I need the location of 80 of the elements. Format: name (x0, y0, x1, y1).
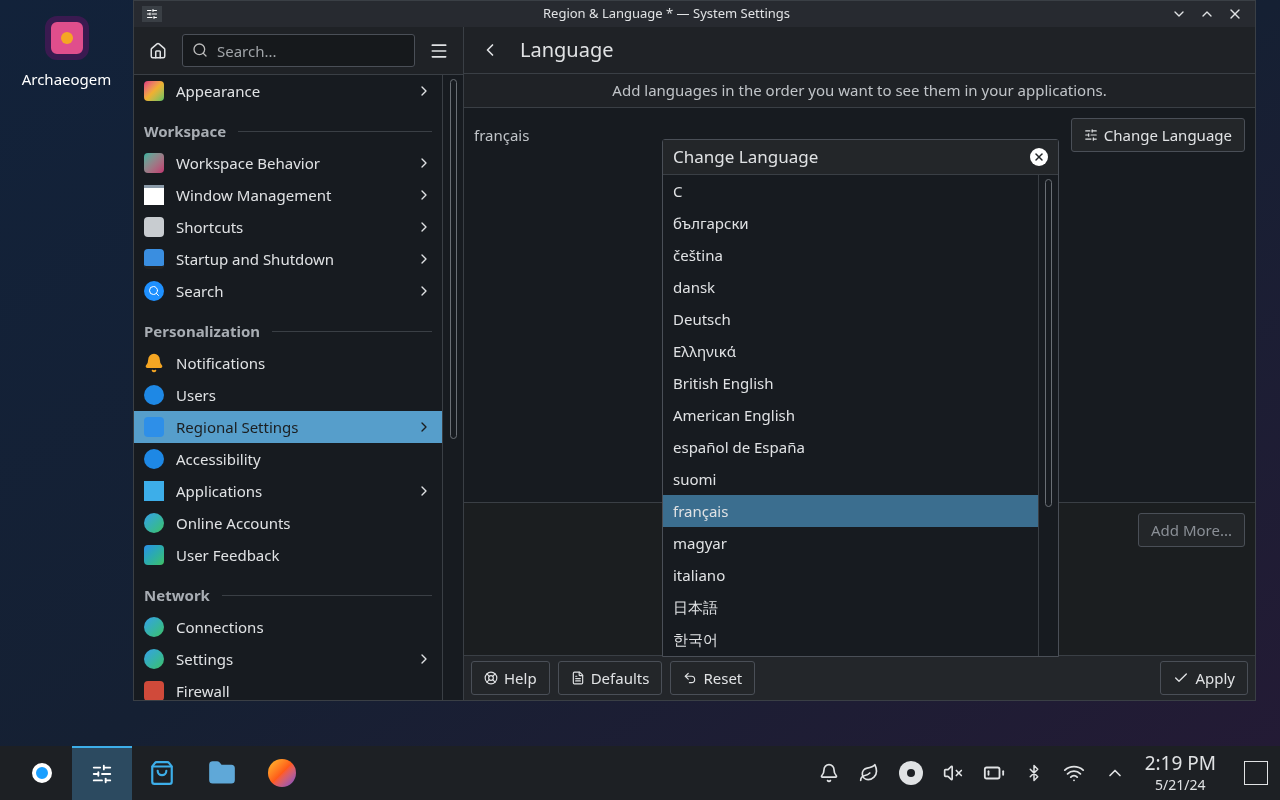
sidebar-item[interactable]: Users (134, 379, 442, 411)
muted-speaker-icon[interactable] (942, 763, 963, 783)
sidebar-item[interactable]: Applications (134, 475, 442, 507)
sidebar-item[interactable]: Settings (134, 643, 442, 675)
sidebar-item-label: Notifications (176, 351, 267, 375)
search-icon (144, 281, 164, 301)
section-header: Personalization (144, 319, 261, 343)
language-option[interactable]: italiano (663, 559, 1038, 591)
desktop-icon-label[interactable]: Archaeogem (21, 68, 112, 91)
sidebar-item[interactable]: Window Management (134, 179, 442, 211)
show-desktop-icon[interactable] (1244, 761, 1268, 785)
document-icon (570, 671, 585, 685)
footer-button[interactable]: Reset (670, 661, 756, 695)
folder-icon (208, 759, 236, 787)
language-option[interactable]: magyar (663, 527, 1038, 559)
language-option[interactable]: español de España (663, 431, 1038, 463)
sidebar-item-label: Window Management (176, 183, 333, 207)
language-option[interactable]: čeština (663, 239, 1038, 271)
hint-text: Add languages in the order you want to see them in your applications. (612, 79, 1107, 102)
sidebar-item-label: Online Accounts (176, 511, 292, 535)
bell-icon (144, 353, 164, 373)
sidebar-item-label: Firewall (176, 679, 231, 700)
sidebar-item[interactable]: Workspace Behavior (134, 147, 442, 179)
sidebar-item-label: Regional Settings (176, 415, 300, 439)
close-icon[interactable] (1030, 148, 1048, 166)
window-title: Region & Language * — System Settings (541, 4, 792, 24)
ring-icon (32, 763, 52, 783)
language-option[interactable]: 한국어 (663, 623, 1038, 655)
section-header: Network (144, 583, 210, 607)
search-field[interactable]: Search... (182, 34, 415, 67)
language-option[interactable]: български (663, 207, 1038, 239)
sidebar-item[interactable]: Notifications (134, 347, 442, 379)
sidebar-item[interactable]: Regional Settings (134, 411, 442, 443)
footer-button[interactable]: Defaults (557, 661, 663, 695)
sidebar-item-label: Accessibility (176, 447, 262, 471)
sidebar-item-label: Shortcuts (176, 215, 245, 239)
taskbar-app[interactable] (72, 746, 132, 800)
sidebar-item-label: Applications (176, 479, 264, 503)
sidebar-item[interactable]: Shortcuts (134, 211, 442, 243)
clock[interactable]: 2:19 PM 5/21/24 (1144, 752, 1216, 794)
change-language-button[interactable]: Change Language (1070, 118, 1245, 152)
language-option[interactable]: American English (663, 399, 1038, 431)
language-option[interactable]: dansk (663, 271, 1038, 303)
language-option[interactable]: British English (663, 367, 1038, 399)
sidebar-item-label: Startup and Shutdown (176, 247, 336, 271)
footer-button[interactable]: Help (471, 661, 550, 695)
sidebar-item[interactable]: Search (134, 275, 442, 307)
lifebuoy-icon (484, 671, 498, 685)
sidebar-item-label: Workspace Behavior (176, 151, 321, 175)
apply-button[interactable]: Apply (1160, 661, 1248, 695)
language-option[interactable]: suomi (663, 463, 1038, 495)
language-option[interactable]: Deutsch (663, 303, 1038, 335)
sidebar-item-label: Connections (176, 615, 265, 639)
leaf-icon[interactable] (858, 763, 879, 783)
shopping-bag-icon (149, 760, 175, 786)
dialog-title: Change Language (673, 144, 819, 170)
sidebar-item[interactable]: Connections (134, 611, 442, 643)
language-entry[interactable]: français (474, 118, 530, 147)
page-title: Language (520, 35, 614, 65)
sidebar-item[interactable]: Online Accounts (134, 507, 442, 539)
search-icon (192, 42, 208, 58)
home-icon (149, 41, 167, 60)
section-header: Workspace (144, 119, 227, 143)
window-icon (144, 185, 164, 205)
sidebar-item-label: Users (176, 383, 217, 407)
bell-icon[interactable] (818, 763, 839, 783)
sidebar-item[interactable]: Accessibility (134, 443, 442, 475)
language-option[interactable]: C (663, 175, 1038, 207)
sidebar-item[interactable]: Firewall (134, 675, 442, 700)
undo-icon (683, 671, 698, 685)
sidebar-item-label: User Feedback (176, 543, 281, 567)
sidebar-item-label: Appearance (176, 79, 262, 103)
language-option[interactable]: 日本語 (663, 591, 1038, 623)
sidebar-item[interactable]: User Feedback (134, 539, 442, 571)
sidebar-item-label: Settings (176, 647, 235, 671)
language-option[interactable]: français (663, 495, 1038, 527)
language-option[interactable]: Ελληνικά (663, 335, 1038, 367)
sidebar-item[interactable]: Startup and Shutdown (134, 243, 442, 275)
sidebar-item[interactable]: Appearance (134, 75, 442, 107)
sidebar-item-label: Search (176, 279, 225, 303)
